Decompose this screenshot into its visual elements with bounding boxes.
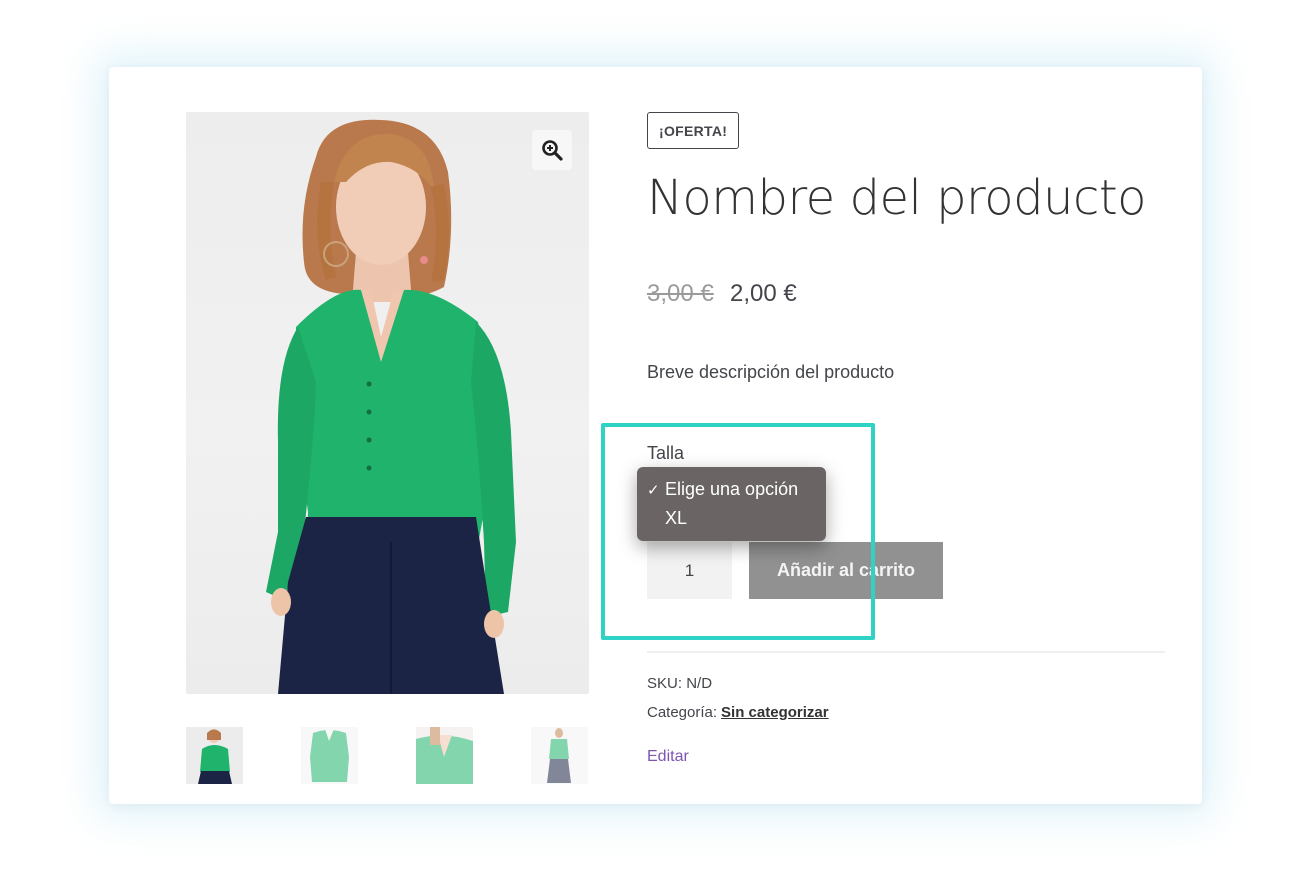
short-description: Breve descripción del producto bbox=[647, 362, 895, 382]
sku-label: SKU: bbox=[647, 675, 683, 692]
gallery-thumbnail[interactable] bbox=[416, 727, 473, 784]
sale-price: 2,00 € bbox=[730, 280, 797, 307]
edit-link[interactable]: Editar bbox=[647, 748, 689, 766]
size-select-dropdown[interactable]: ✓ Elige una opción XL bbox=[637, 467, 826, 541]
checkmark-icon: ✓ bbox=[647, 481, 660, 499]
category-label: Categoría: bbox=[647, 704, 718, 721]
gallery-thumbnail[interactable] bbox=[186, 727, 243, 784]
product-category: Categoría: Sin categorizar bbox=[647, 704, 829, 721]
sku-value: N/D bbox=[686, 675, 713, 692]
add-to-cart-button[interactable]: Añadir al carrito bbox=[749, 542, 943, 599]
size-option-label: Elige una opción bbox=[665, 479, 799, 499]
product-main-image[interactable] bbox=[186, 112, 589, 694]
product-sku: SKU: N/D bbox=[647, 675, 712, 692]
zoom-button[interactable] bbox=[532, 130, 572, 170]
quantity-input[interactable]: 1 bbox=[647, 542, 732, 599]
magnifier-plus-icon bbox=[542, 140, 563, 161]
category-link[interactable]: Sin categorizar bbox=[721, 704, 829, 721]
size-option-xl[interactable]: XL bbox=[637, 504, 826, 533]
gallery-thumbnail[interactable] bbox=[301, 727, 358, 784]
size-label: Talla bbox=[647, 443, 685, 463]
product-title: Nombre del producto bbox=[647, 170, 1147, 226]
sale-badge: ¡OFERTA! bbox=[647, 112, 740, 149]
divider bbox=[647, 651, 1165, 653]
size-option-default[interactable]: ✓ Elige una opción bbox=[637, 475, 826, 504]
regular-price: 3,00 € bbox=[647, 280, 714, 307]
size-option-label: XL bbox=[665, 508, 688, 528]
gallery-thumbnail[interactable] bbox=[531, 727, 588, 784]
